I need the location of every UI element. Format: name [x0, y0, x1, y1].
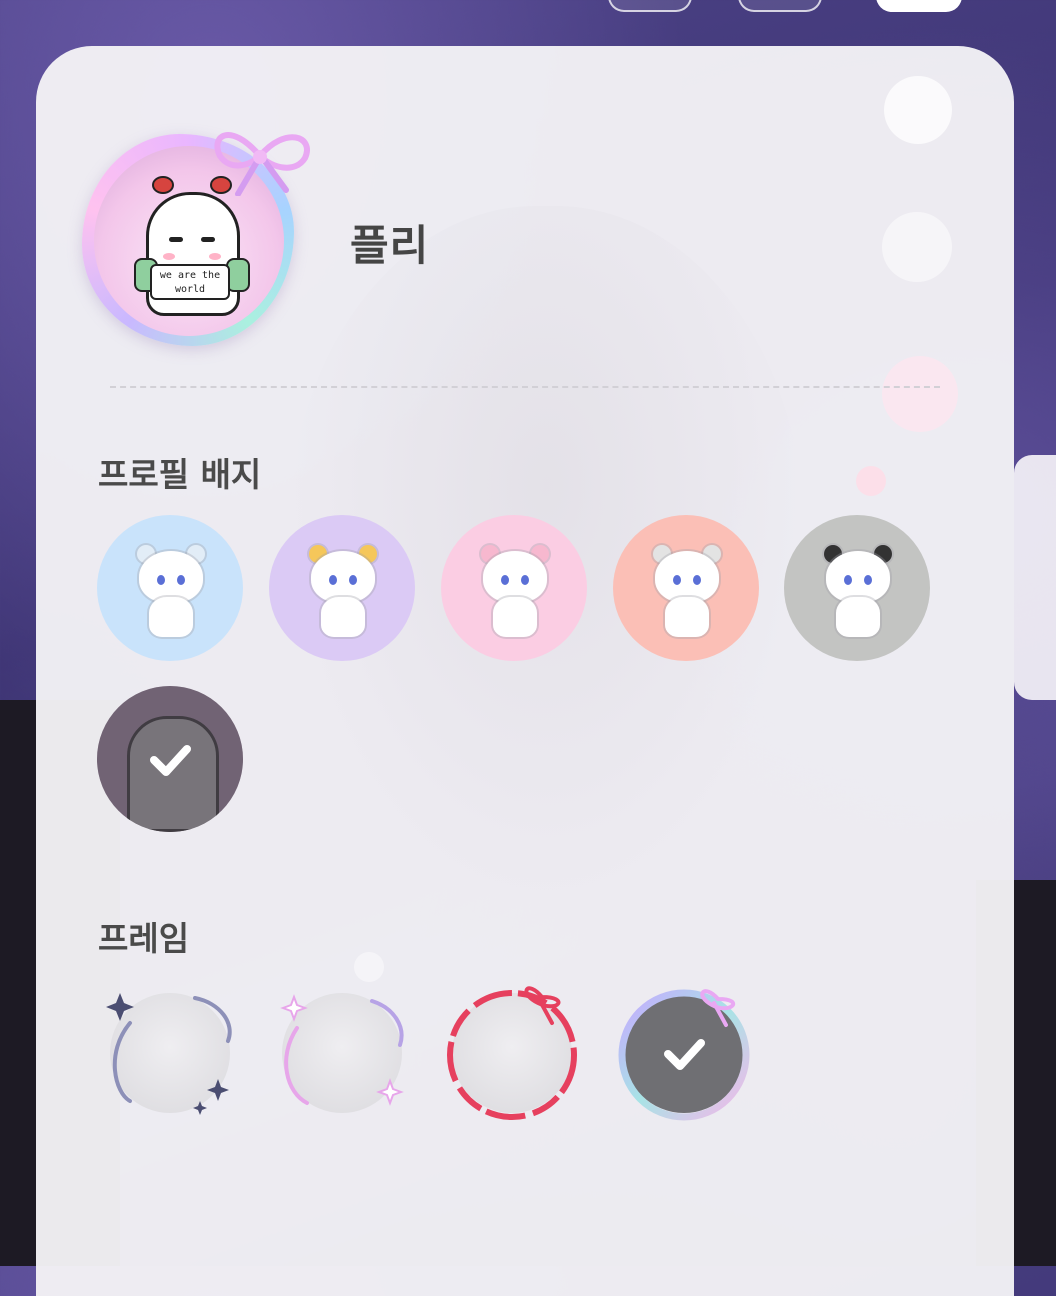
bear-eye-right — [864, 575, 872, 585]
bear-character-icon — [135, 545, 207, 637]
pink-bear-badge[interactable] — [441, 515, 587, 661]
profile-nickname: 플리 — [350, 221, 430, 270]
bear-head — [483, 551, 547, 603]
character-blush-left — [163, 253, 175, 260]
blue-bear-badge[interactable] — [97, 515, 243, 661]
frames-section-title: 프레임 — [98, 919, 190, 958]
sparkle-dark-frame[interactable] — [100, 983, 240, 1123]
bear-character-icon — [822, 545, 894, 637]
bear-body — [321, 597, 365, 637]
badges-section-title: 프로필 배지 — [98, 455, 262, 494]
section-divider — [110, 386, 940, 388]
bear-head — [826, 551, 890, 603]
sparkle-pink-frame[interactable] — [272, 983, 412, 1123]
top-button-1[interactable] — [608, 0, 692, 12]
bear-character-icon — [307, 545, 379, 637]
bear-body — [149, 597, 193, 637]
side-panel-peek — [1014, 455, 1056, 700]
check-icon — [664, 1039, 705, 1070]
bear-eye-right — [693, 575, 701, 585]
sparkle-icon — [280, 994, 404, 1106]
bear-eye-right — [521, 575, 529, 585]
bear-body — [665, 597, 709, 637]
bear-character-icon — [479, 545, 551, 637]
gray-panda-badge[interactable] — [784, 515, 930, 661]
bokeh-light — [354, 952, 384, 982]
ribbon-bow-icon — [214, 132, 310, 196]
character-blush-right — [209, 253, 221, 260]
ribbon-bow-icon — [447, 986, 577, 1120]
bear-body — [493, 597, 537, 637]
bear-eye-left — [501, 575, 509, 585]
bear-eye-left — [673, 575, 681, 585]
character-eye-left — [169, 237, 183, 242]
check-icon — [150, 745, 191, 776]
character-sign: we are the world — [150, 264, 230, 300]
bear-eye-right — [349, 575, 357, 585]
character-eye-right — [201, 237, 215, 242]
hair-bow-left — [152, 176, 174, 194]
profile-avatar[interactable]: we are the world — [80, 116, 320, 356]
pastel-ribbon-frame[interactable] — [614, 983, 754, 1123]
bear-head — [655, 551, 719, 603]
coral-bear-badge[interactable] — [613, 515, 759, 661]
bear-body — [836, 597, 880, 637]
bokeh-light — [856, 466, 886, 496]
profile-customize-panel: we are the world 플리 프로필 배지 프레임 — [36, 46, 1014, 1296]
bokeh-light — [884, 76, 952, 144]
red-ribbon-frame[interactable] — [442, 983, 582, 1123]
bokeh-light — [882, 212, 952, 282]
bear-eye-left — [329, 575, 337, 585]
bear-eye-left — [844, 575, 852, 585]
bear-head — [311, 551, 375, 603]
bokeh-light — [882, 356, 958, 432]
bear-head — [139, 551, 203, 603]
top-button-3[interactable] — [876, 0, 962, 12]
top-button-2[interactable] — [738, 0, 822, 12]
bear-eye-right — [177, 575, 185, 585]
bear-character-icon — [651, 545, 723, 637]
girl-character-badge[interactable] — [97, 686, 243, 832]
purple-bear-badge[interactable] — [269, 515, 415, 661]
bear-eye-left — [157, 575, 165, 585]
sparkle-icon — [106, 993, 232, 1115]
